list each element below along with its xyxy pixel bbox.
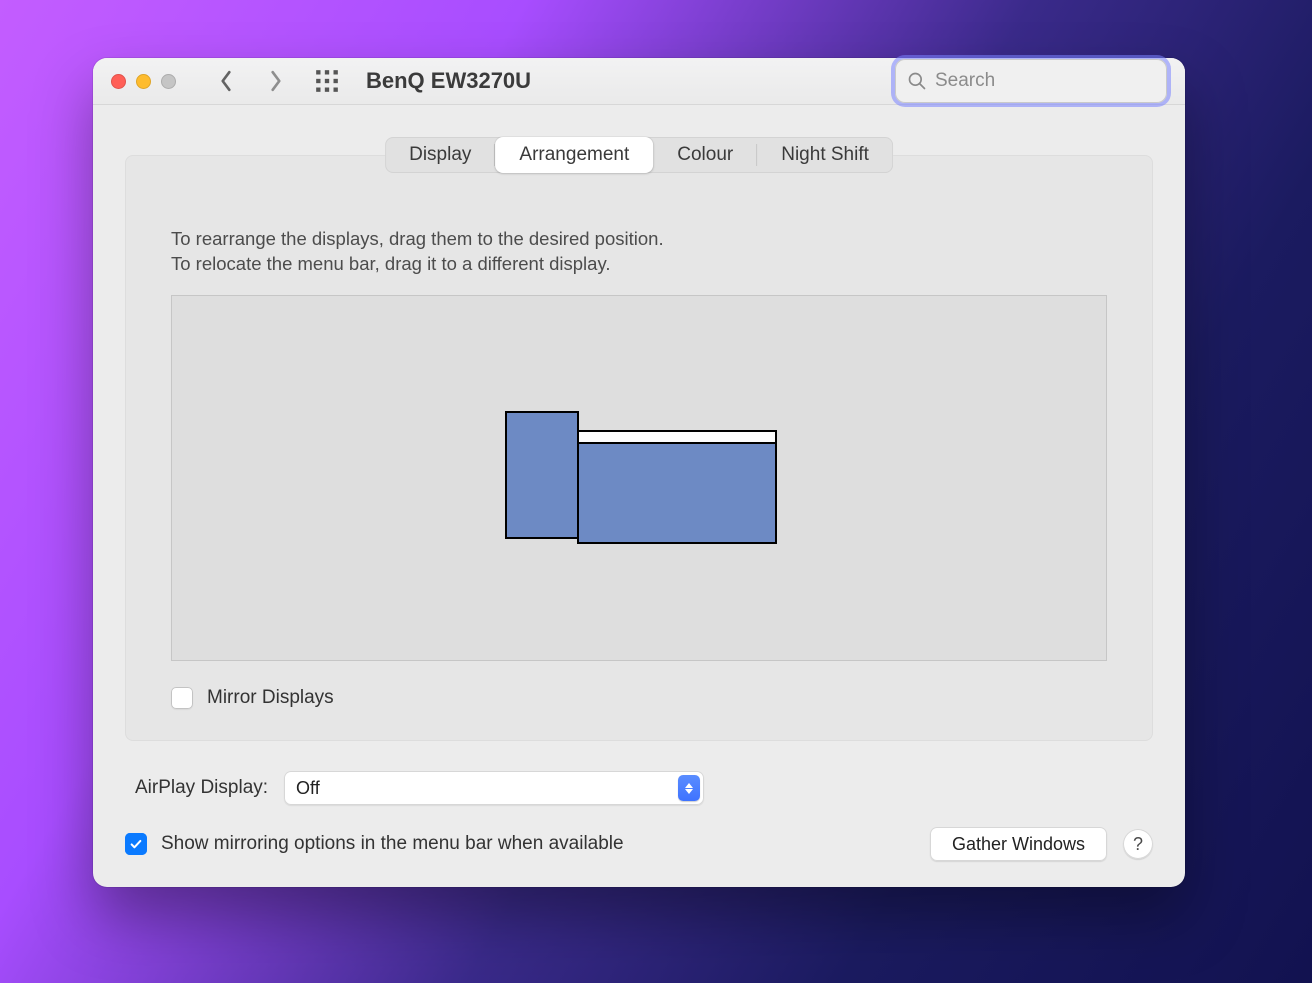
- bottom-row: Show mirroring options in the menu bar w…: [125, 827, 1153, 861]
- minimize-window-button[interactable]: [136, 74, 151, 89]
- display-arrangement-canvas[interactable]: [171, 295, 1107, 661]
- instruction-line-1: To rearrange the displays, drag them to …: [171, 227, 1107, 252]
- airplay-label: AirPlay Display:: [135, 777, 268, 799]
- display-primary[interactable]: [577, 430, 777, 544]
- checkmark-icon: [129, 837, 143, 851]
- tab-bar: Display Arrangement Colour Night Shift: [385, 137, 893, 173]
- menu-bar-handle[interactable]: [579, 432, 775, 444]
- tab-arrangement[interactable]: Arrangement: [495, 137, 653, 173]
- instruction-line-2: To relocate the menu bar, drag it to a d…: [171, 252, 1107, 277]
- airplay-row: AirPlay Display: Off: [125, 771, 1153, 805]
- search-input[interactable]: [935, 70, 1155, 92]
- tab-colour[interactable]: Colour: [653, 137, 757, 173]
- pane-body: Display Arrangement Colour Night Shift T…: [93, 105, 1185, 887]
- show-all-prefs-button[interactable]: [314, 68, 340, 94]
- gather-windows-button[interactable]: Gather Windows: [930, 827, 1107, 861]
- mirror-displays-row: Mirror Displays: [171, 687, 1107, 709]
- airplay-select[interactable]: Off: [284, 771, 704, 805]
- show-mirroring-checkbox[interactable]: [125, 833, 147, 855]
- help-button[interactable]: ?: [1123, 829, 1153, 859]
- back-button[interactable]: [208, 63, 244, 99]
- tab-night-shift[interactable]: Night Shift: [757, 137, 893, 173]
- grid-icon: [314, 68, 340, 94]
- search-icon: [907, 71, 927, 91]
- toolbar: BenQ EW3270U: [93, 58, 1185, 105]
- show-mirroring-label: Show mirroring options in the menu bar w…: [161, 833, 624, 855]
- display-secondary[interactable]: [505, 411, 579, 539]
- mirror-displays-label: Mirror Displays: [207, 687, 334, 709]
- forward-button[interactable]: [258, 63, 294, 99]
- arrangement-panel: To rearrange the displays, drag them to …: [125, 155, 1153, 741]
- zoom-window-button[interactable]: [161, 74, 176, 89]
- window-title: BenQ EW3270U: [366, 68, 531, 94]
- airplay-value: Off: [296, 778, 320, 799]
- tab-display[interactable]: Display: [385, 137, 495, 173]
- window-controls: [111, 74, 176, 89]
- search-field[interactable]: [895, 59, 1167, 103]
- system-preferences-window: BenQ EW3270U Display Arrangement Colour …: [93, 58, 1185, 887]
- chevron-right-icon: [267, 70, 285, 92]
- mirror-displays-checkbox[interactable]: [171, 687, 193, 709]
- close-window-button[interactable]: [111, 74, 126, 89]
- updown-icon: [678, 775, 700, 801]
- chevron-left-icon: [217, 70, 235, 92]
